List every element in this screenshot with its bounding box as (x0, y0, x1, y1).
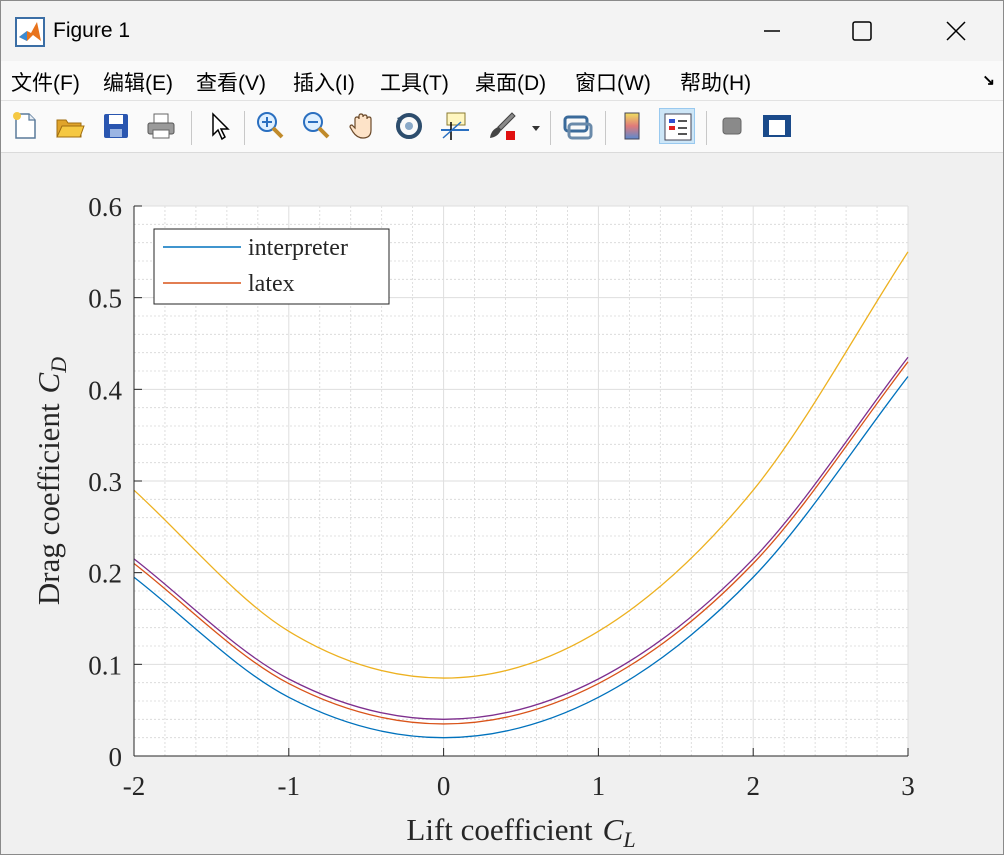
menu-window[interactable]: 窗口(W) (575, 67, 651, 97)
x-tick-label: 2 (746, 771, 760, 801)
y-axis-label-text: Drag coefficient (31, 403, 66, 605)
menu-help[interactable]: 帮助(H) (680, 67, 751, 97)
link-plot-button[interactable] (559, 108, 595, 144)
print-button[interactable] (143, 108, 179, 144)
minimize-icon (764, 30, 780, 32)
brush-button[interactable] (484, 108, 520, 144)
save-icon (104, 114, 128, 138)
x-axis-label-text: Lift coefficient (406, 812, 593, 847)
zoom-in-icon (257, 112, 284, 139)
rotate-3d-icon (396, 113, 422, 139)
maximize-button[interactable] (817, 1, 907, 61)
colorbar-button[interactable] (614, 108, 650, 144)
x-tick-label: 0 (437, 771, 451, 801)
close-icon (946, 21, 966, 41)
x-tick-labels: -2 -1 0 1 2 3 (123, 771, 915, 801)
new-figure-icon (13, 112, 36, 139)
edit-plot-icon (212, 112, 230, 141)
maximize-icon (852, 21, 872, 41)
link-plot-icon (563, 115, 593, 140)
show-plot-tools-button[interactable] (759, 108, 795, 144)
line-chart[interactable]: -2 -1 0 1 2 3 0 0.1 0.2 0.3 0.4 0.5 0.6 Lift coeffi… (1, 153, 1003, 855)
figure-toolbar (1, 101, 1003, 153)
legend-entry-latex: latex (248, 271, 295, 297)
menu-desktop[interactable]: 桌面(D) (475, 67, 546, 97)
toolbar-separator (605, 111, 606, 145)
x-axis-label: Lift coefficient CL (406, 812, 635, 852)
edit-plot-button[interactable] (201, 108, 237, 144)
toolbar-separator (706, 111, 707, 145)
open-file-icon (56, 119, 85, 138)
toolbar-separator (550, 111, 551, 145)
y-axis-label-sub: D (46, 357, 71, 374)
new-figure-button[interactable] (7, 108, 43, 144)
pan-icon (349, 113, 372, 139)
matlab-logo-icon (15, 17, 45, 47)
hide-plot-tools-icon (722, 117, 742, 135)
dock-arrow-icon[interactable]: ↘ (982, 71, 995, 89)
menu-bar: 文件(F) 编辑(E) 查看(V) 插入(I) 工具(T) 桌面(D) 窗口(W… (1, 61, 1003, 101)
figure-window: Figure 1 文件(F) 编辑(E) 查看(V) 插入(I) 工具(T) 桌… (0, 0, 1004, 855)
menu-edit[interactable]: 编辑(E) (103, 67, 173, 97)
legend[interactable]: interpreter latex (153, 228, 390, 305)
figure-canvas: -2 -1 0 1 2 3 0 0.1 0.2 0.3 0.4 0.5 0.6 Lift coeffi… (1, 153, 1003, 855)
minimize-button[interactable] (727, 1, 817, 61)
menu-view[interactable]: 查看(V) (196, 67, 266, 97)
legend-button[interactable] (659, 108, 695, 144)
y-tick-label: 0.2 (88, 559, 122, 589)
y-tick-labels: 0 0.1 0.2 0.3 0.4 0.5 0.6 (88, 192, 122, 772)
data-cursor-icon (441, 112, 469, 140)
x-axis-label-math: C (603, 812, 624, 847)
menu-tools[interactable]: 工具(T) (380, 67, 449, 97)
window-title: Figure 1 (53, 19, 131, 42)
save-button[interactable] (98, 108, 134, 144)
brush-dropdown-button[interactable] (528, 108, 544, 144)
x-tick-label: -1 (278, 771, 301, 801)
print-icon (147, 113, 175, 139)
show-plot-tools-icon (763, 115, 791, 137)
x-tick-label: -2 (123, 771, 146, 801)
y-tick-label: 0.6 (88, 192, 122, 222)
hide-plot-tools-button[interactable] (714, 108, 750, 144)
open-file-button[interactable] (52, 108, 88, 144)
y-axis-label-math: C (31, 372, 66, 393)
menu-file[interactable]: 文件(F) (11, 67, 80, 97)
x-tick-label: 3 (901, 771, 915, 801)
y-tick-label: 0.1 (88, 650, 122, 680)
y-tick-label: 0.3 (88, 467, 122, 497)
menu-insert[interactable]: 插入(I) (293, 67, 355, 97)
toolbar-separator (191, 111, 192, 145)
colorbar-icon (624, 112, 640, 140)
data-cursor-button[interactable] (437, 108, 473, 144)
zoom-out-icon (303, 112, 330, 139)
y-axis-label: Drag coefficient CD (31, 357, 71, 605)
toolbar-separator (244, 111, 245, 145)
legend-icon (664, 113, 692, 141)
brush-icon (490, 112, 516, 140)
rotate-3d-button[interactable] (391, 108, 427, 144)
zoom-in-button[interactable] (252, 108, 288, 144)
title-bar: Figure 1 (1, 1, 1003, 61)
zoom-out-button[interactable] (298, 108, 334, 144)
legend-entry-interpreter: interpreter (248, 235, 348, 261)
y-tick-label: 0.4 (88, 375, 122, 405)
x-axis-label-sub: L (622, 827, 635, 852)
close-button[interactable] (911, 1, 1001, 61)
pan-button[interactable] (345, 108, 381, 144)
brush-dropdown-icon (532, 126, 540, 131)
y-tick-label: 0.5 (88, 284, 122, 314)
y-tick-label: 0 (109, 742, 123, 772)
x-tick-label: 1 (592, 771, 606, 801)
